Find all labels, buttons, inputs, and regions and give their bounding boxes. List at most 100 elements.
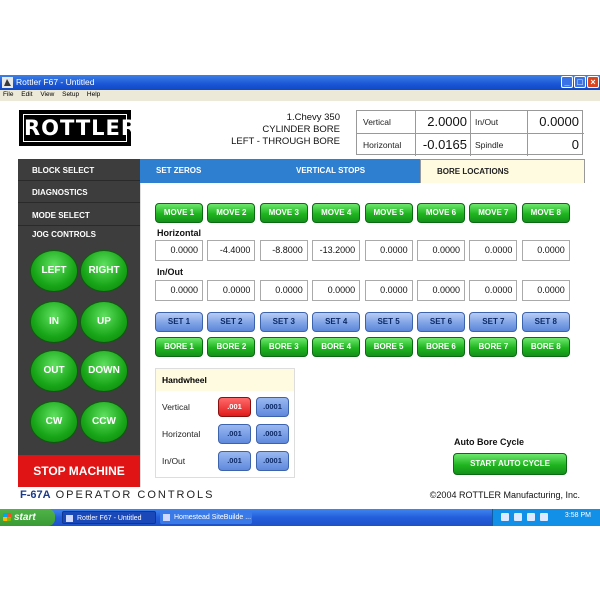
taskbar-item-rottler[interactable]: Rottler F67 - Untitled bbox=[62, 511, 156, 524]
taskbar-item-homestead[interactable]: Homestead SiteBuilde ... bbox=[160, 511, 252, 524]
bore-button-2[interactable]: BORE 2 bbox=[207, 337, 256, 357]
menu-bar: File Edit View Setup Help bbox=[0, 90, 600, 101]
browser-icon bbox=[163, 514, 170, 521]
inout-field-3[interactable]: 0.0000 bbox=[259, 280, 308, 301]
model-name: F-67A bbox=[20, 489, 51, 501]
handwheel-horizontal-fine-button[interactable]: .0001 bbox=[256, 424, 289, 444]
set-button-8[interactable]: SET 8 bbox=[521, 312, 570, 332]
inout-field-2[interactable]: 0.0000 bbox=[207, 280, 256, 301]
move-button-6[interactable]: MOVE 6 bbox=[417, 203, 465, 223]
bore-button-5[interactable]: BORE 5 bbox=[364, 337, 413, 357]
jog-out-button[interactable]: OUT bbox=[30, 350, 78, 392]
horizontal-field-3[interactable]: -8.8000 bbox=[259, 240, 308, 261]
inout-field-8[interactable]: 0.0000 bbox=[521, 280, 570, 301]
bore-button-7[interactable]: BORE 7 bbox=[469, 337, 518, 357]
jog-ccw-button[interactable]: CCW bbox=[80, 401, 128, 443]
horizontal-field-4[interactable]: -13.2000 bbox=[312, 240, 361, 261]
spindle-value: 0 bbox=[571, 137, 579, 152]
set-button-6[interactable]: SET 6 bbox=[417, 312, 465, 332]
move-button-1[interactable]: MOVE 1 bbox=[155, 203, 203, 223]
position-readout: Vertical 2.0000 Horizontal -0.0165 In/Ou… bbox=[356, 110, 584, 156]
menu-edit[interactable]: Edit bbox=[18, 90, 35, 99]
start-auto-cycle-button[interactable]: START AUTO CYCLE bbox=[453, 453, 567, 475]
nav-mode-select[interactable]: MODE SELECT bbox=[18, 206, 140, 226]
tray-app-icon[interactable] bbox=[540, 513, 548, 521]
windows-logo-icon bbox=[3, 513, 11, 521]
menu-setup[interactable]: Setup bbox=[59, 90, 82, 99]
jog-cw-button[interactable]: CW bbox=[30, 401, 78, 443]
horizontal-field-5[interactable]: 0.0000 bbox=[364, 240, 413, 261]
nav-diagnostics[interactable]: DIAGNOSTICS bbox=[18, 183, 140, 203]
network-icon[interactable] bbox=[501, 513, 509, 521]
inout-field-6[interactable]: 0.0000 bbox=[417, 280, 465, 301]
logo-text: ROTTLER bbox=[23, 114, 139, 142]
left-control-panel: BLOCK SELECT DIAGNOSTICS MODE SELECT JOG… bbox=[18, 159, 140, 487]
operator-controls-title: F-67A OPERATOR CONTROLS bbox=[20, 489, 215, 501]
horizontal-field-1[interactable]: 0.0000 bbox=[155, 240, 203, 261]
start-button[interactable]: start bbox=[0, 509, 55, 526]
bore-button-1[interactable]: BORE 1 bbox=[155, 337, 203, 357]
set-button-7[interactable]: SET 7 bbox=[469, 312, 518, 332]
tab-bore-locations[interactable]: BORE LOCATIONS bbox=[420, 159, 585, 183]
inout-label: In/Out bbox=[475, 117, 499, 127]
minimize-button[interactable]: _ bbox=[561, 76, 573, 88]
bore-button-4[interactable]: BORE 4 bbox=[312, 337, 361, 357]
inout-value: 0.0000 bbox=[539, 114, 579, 129]
menu-help[interactable]: Help bbox=[84, 90, 103, 99]
move-button-7[interactable]: MOVE 7 bbox=[469, 203, 518, 223]
taskbar: start Rottler F67 - Untitled Homestead S… bbox=[0, 509, 600, 526]
window-title: Rottler F67 - Untitled bbox=[16, 77, 95, 87]
stop-machine-button[interactable]: STOP MACHINE bbox=[18, 455, 140, 487]
nav-jog-controls[interactable]: JOG CONTROLS bbox=[18, 225, 140, 245]
window-title-bar[interactable]: Rottler F67 - Untitled _ □ × bbox=[0, 75, 600, 90]
set-button-2[interactable]: SET 2 bbox=[207, 312, 256, 332]
jog-in-button[interactable]: IN bbox=[30, 301, 78, 343]
handwheel-inout-fine-button[interactable]: .0001 bbox=[256, 451, 289, 471]
jog-up-button[interactable]: UP bbox=[80, 301, 128, 343]
set-button-4[interactable]: SET 4 bbox=[312, 312, 361, 332]
handwheel-title: Handwheel bbox=[156, 369, 294, 391]
jog-right-button[interactable]: RIGHT bbox=[80, 250, 128, 292]
bore-button-6[interactable]: BORE 6 bbox=[417, 337, 465, 357]
inout-field-7[interactable]: 0.0000 bbox=[469, 280, 518, 301]
close-button[interactable]: × bbox=[587, 76, 599, 88]
tab-vertical-stops[interactable]: VERTICAL STOPS bbox=[280, 159, 420, 183]
maximize-button[interactable]: □ bbox=[574, 76, 586, 88]
inout-field-1[interactable]: 0.0000 bbox=[155, 280, 203, 301]
taskbar-item-label: Homestead SiteBuilde ... bbox=[174, 514, 252, 521]
horizontal-field-7[interactable]: 0.0000 bbox=[469, 240, 518, 261]
volume-icon[interactable] bbox=[527, 513, 535, 521]
set-button-3[interactable]: SET 3 bbox=[259, 312, 308, 332]
set-button-1[interactable]: SET 1 bbox=[155, 312, 203, 332]
handwheel-inout-coarse-button[interactable]: .001 bbox=[218, 451, 251, 471]
system-tray: 3:58 PM bbox=[492, 509, 600, 526]
security-icon[interactable] bbox=[514, 513, 522, 521]
jog-left-button[interactable]: LEFT bbox=[30, 250, 78, 292]
inout-field-4[interactable]: 0.0000 bbox=[312, 280, 361, 301]
job-line-3: LEFT - THROUGH BORE bbox=[231, 136, 340, 147]
handwheel-vertical-fine-button[interactable]: .0001 bbox=[256, 397, 289, 417]
move-button-2[interactable]: MOVE 2 bbox=[207, 203, 256, 223]
handwheel-horizontal-coarse-button[interactable]: .001 bbox=[218, 424, 251, 444]
horizontal-field-8[interactable]: 0.0000 bbox=[521, 240, 570, 261]
bore-button-3[interactable]: BORE 3 bbox=[259, 337, 308, 357]
move-button-5[interactable]: MOVE 5 bbox=[364, 203, 413, 223]
set-button-5[interactable]: SET 5 bbox=[364, 312, 413, 332]
menu-file[interactable]: File bbox=[0, 90, 16, 99]
bore-button-8[interactable]: BORE 8 bbox=[521, 337, 570, 357]
vertical-value: 2.0000 bbox=[427, 114, 467, 129]
rottler-logo: ROTTLER bbox=[19, 110, 139, 146]
main-window: ROTTLER 1.Chevy 350 CYLINDER BORE LEFT -… bbox=[0, 101, 600, 507]
horizontal-field-6[interactable]: 0.0000 bbox=[417, 240, 465, 261]
handwheel-vertical-coarse-button[interactable]: .001 bbox=[218, 397, 251, 417]
move-button-3[interactable]: MOVE 3 bbox=[259, 203, 308, 223]
move-button-8[interactable]: MOVE 8 bbox=[521, 203, 570, 223]
tab-set-zeros[interactable]: SET ZEROS bbox=[140, 159, 280, 183]
horizontal-field-2[interactable]: -4.4000 bbox=[207, 240, 256, 261]
inout-field-5[interactable]: 0.0000 bbox=[364, 280, 413, 301]
menu-view[interactable]: View bbox=[37, 90, 57, 99]
move-button-4[interactable]: MOVE 4 bbox=[312, 203, 361, 223]
nav-block-select[interactable]: BLOCK SELECT bbox=[18, 161, 140, 181]
jog-down-button[interactable]: DOWN bbox=[80, 350, 128, 392]
horizontal-section-label: Horizontal bbox=[157, 228, 201, 238]
